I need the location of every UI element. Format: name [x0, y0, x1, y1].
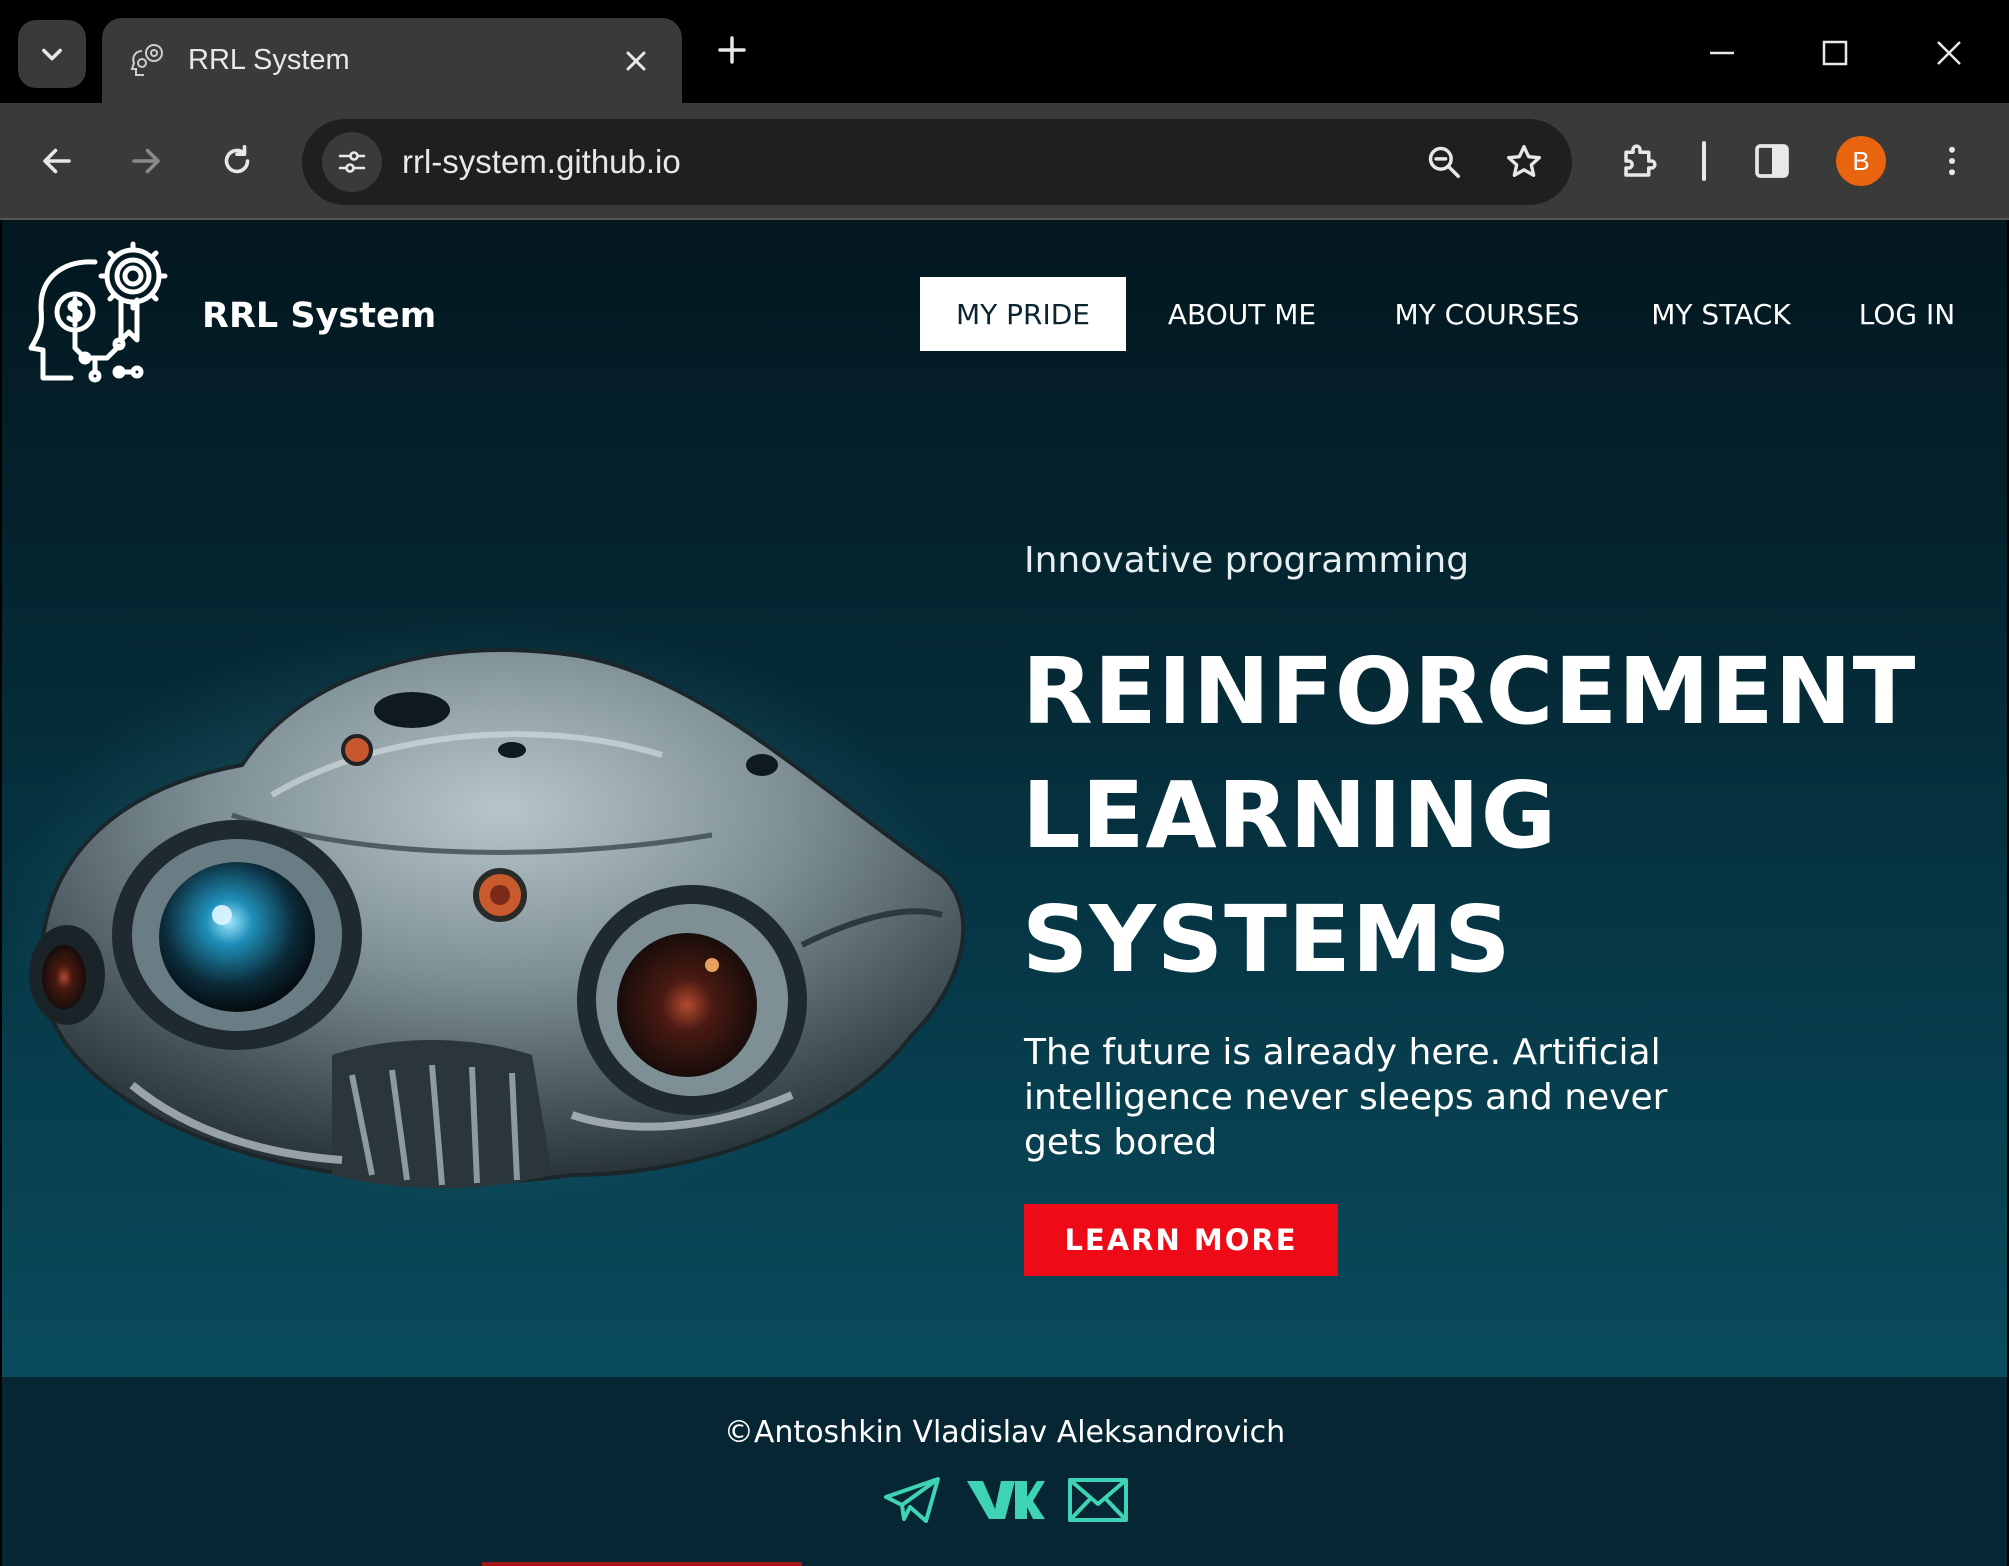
vk-link[interactable] [965, 1472, 1045, 1528]
nav-log-in[interactable]: LOG IN [1852, 277, 1962, 351]
minimize-button[interactable] [1697, 28, 1747, 78]
nav-my-stack[interactable]: MY STACK [1636, 277, 1806, 351]
close-icon [626, 51, 646, 70]
toolbar-divider [1702, 141, 1706, 181]
site-brand[interactable]: RRL System [202, 296, 436, 336]
browser-tab-strip: RRL System [0, 0, 2009, 103]
arrow-left-icon [43, 148, 71, 174]
close-icon [1937, 41, 1961, 65]
tab-search-button[interactable] [18, 20, 86, 88]
bookmark-button[interactable] [1496, 134, 1552, 190]
robot-head-illustration [12, 615, 966, 1215]
zoom-button[interactable] [1416, 134, 1472, 190]
nav-my-pride[interactable]: MY PRIDE [920, 277, 1126, 351]
tune-icon [338, 151, 366, 173]
puzzle-icon [1624, 144, 1657, 177]
minimize-icon [1710, 51, 1734, 55]
hero-lead: The future is already here. Artificial i… [1024, 1032, 1668, 1163]
headline-line: REINFORCEMENT [1022, 638, 1917, 745]
browser-menu-button[interactable] [1924, 133, 1980, 189]
forward-button[interactable] [118, 133, 174, 189]
social-links [2, 1472, 2007, 1528]
browser-tab[interactable]: RRL System [102, 18, 682, 103]
nav-my-courses[interactable]: MY COURSES [1382, 277, 1592, 351]
more-vertical-icon [1949, 146, 1955, 176]
telegram-icon [883, 1477, 940, 1523]
browser-toolbar: rrl-system.github.io B [0, 103, 2009, 220]
site-logo-icon[interactable] [22, 240, 174, 390]
site-footer: ©Antoshkin Vladislav Aleksandrovich [2, 1377, 2007, 1566]
side-panel-button[interactable] [1744, 133, 1800, 189]
chevron-down-icon [42, 48, 62, 61]
star-icon [1507, 145, 1541, 177]
mail-icon [1067, 1478, 1128, 1522]
back-button[interactable] [29, 133, 85, 189]
nav-about-me[interactable]: ABOUT ME [1152, 277, 1332, 351]
url-text: rrl-system.github.io [402, 143, 681, 180]
web-page: RRL System MY PRIDE ABOUT ME MY COURSES … [2, 220, 2007, 1566]
plus-icon [718, 36, 746, 64]
extensions-button[interactable] [1612, 133, 1668, 189]
copyright-text: ©Antoshkin Vladislav Aleksandrovich [723, 1415, 1286, 1450]
arrow-right-icon [132, 148, 160, 174]
tab-title: RRL System [188, 44, 350, 76]
reload-button[interactable] [209, 133, 265, 189]
side-panel-icon [1755, 144, 1789, 178]
close-window-button[interactable] [1924, 28, 1974, 78]
new-tab-button[interactable] [712, 30, 752, 70]
zoom-out-icon [1428, 146, 1460, 178]
site-header: RRL System MY PRIDE ABOUT ME MY COURSES … [2, 220, 2007, 410]
headline-line: SYSTEMS [1022, 886, 1512, 993]
telegram-link[interactable] [881, 1472, 943, 1528]
footer-accent-strip [482, 1562, 802, 1566]
vk-icon [966, 1481, 1045, 1519]
learn-more-button[interactable]: LEARN MORE [1024, 1204, 1338, 1276]
hero-eyebrow: Innovative programming [1024, 540, 1470, 581]
reload-icon [224, 144, 250, 174]
headline-line: LEARNING [1022, 762, 1558, 869]
mail-link[interactable] [1067, 1472, 1129, 1528]
maximize-button[interactable] [1810, 28, 1860, 78]
site-favicon-icon [130, 43, 163, 76]
site-info-button[interactable] [322, 132, 382, 192]
profile-avatar[interactable]: B [1836, 136, 1886, 186]
maximize-icon [1822, 40, 1848, 66]
address-bar[interactable]: rrl-system.github.io [302, 119, 1572, 205]
tab-close-button[interactable] [616, 41, 656, 81]
hero-headline: REINFORCEMENT LEARNING SYSTEMS [1022, 630, 1916, 1002]
